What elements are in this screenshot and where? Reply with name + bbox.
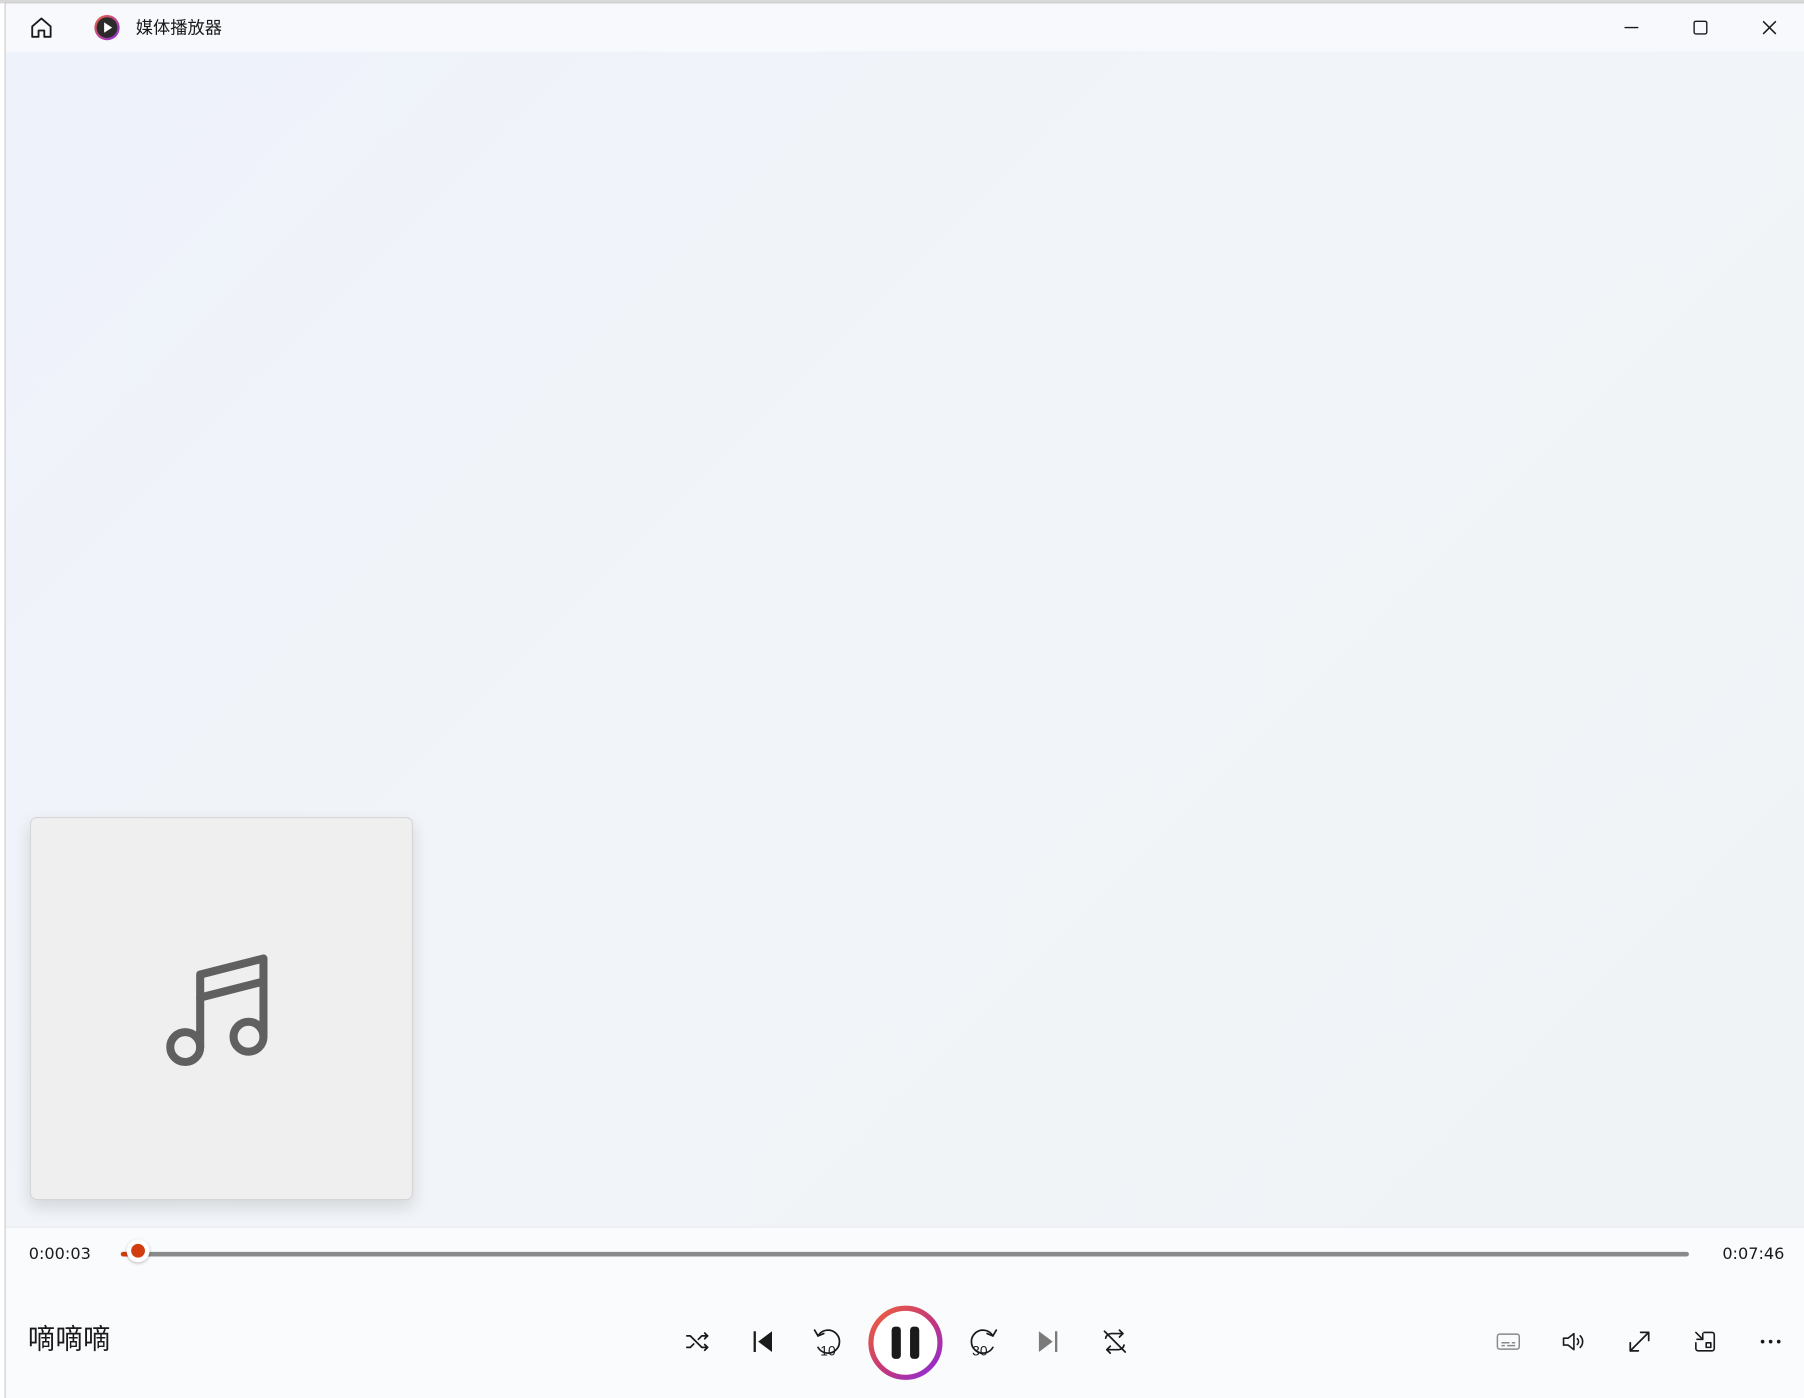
next-icon[interactable] <box>1031 1324 1066 1359</box>
minimize-icon[interactable] <box>1612 10 1651 45</box>
total-time: 0:07:46 <box>1722 1244 1785 1264</box>
repeat-icon[interactable] <box>1098 1324 1133 1359</box>
playback-stage <box>5 51 1804 1227</box>
transport-bar: 0:00:03 0:07:46 嘀嘀嘀 10 30 <box>5 1226 1804 1398</box>
seek-track[interactable] <box>120 1251 1689 1257</box>
media-player-logo <box>93 14 121 42</box>
pause-icon[interactable] <box>865 1303 946 1384</box>
elapsed-time: 0:00:03 <box>28 1244 91 1264</box>
media-player-window: 媒体播放器 0:00:03 0:07:46 嘀嘀嘀 10 30 <box>4 2 1804 1398</box>
close-icon[interactable] <box>1750 10 1789 45</box>
app-title: 媒体播放器 <box>135 17 223 38</box>
home-icon[interactable] <box>26 13 56 43</box>
fullscreen-icon[interactable] <box>1622 1324 1657 1359</box>
rewind-10-icon[interactable]: 10 <box>810 1322 847 1361</box>
previous-icon[interactable] <box>746 1324 781 1359</box>
volume-icon[interactable] <box>1557 1324 1592 1359</box>
forward-30-icon[interactable]: 30 <box>964 1322 1001 1361</box>
music-note-icon <box>160 942 275 1075</box>
seek-thumb[interactable] <box>126 1239 150 1263</box>
shuffle-icon[interactable] <box>680 1324 715 1359</box>
title-bar: 媒体播放器 <box>5 3 1804 52</box>
track-title: 嘀嘀嘀 <box>27 1323 111 1356</box>
more-icon[interactable] <box>1753 1324 1788 1359</box>
svg-text:10: 10 <box>820 1343 836 1358</box>
svg-text:30: 30 <box>972 1343 988 1358</box>
maximize-icon[interactable] <box>1681 10 1720 45</box>
album-art <box>29 816 414 1201</box>
captions-icon[interactable] <box>1491 1324 1526 1359</box>
miniplayer-icon[interactable] <box>1688 1324 1723 1359</box>
